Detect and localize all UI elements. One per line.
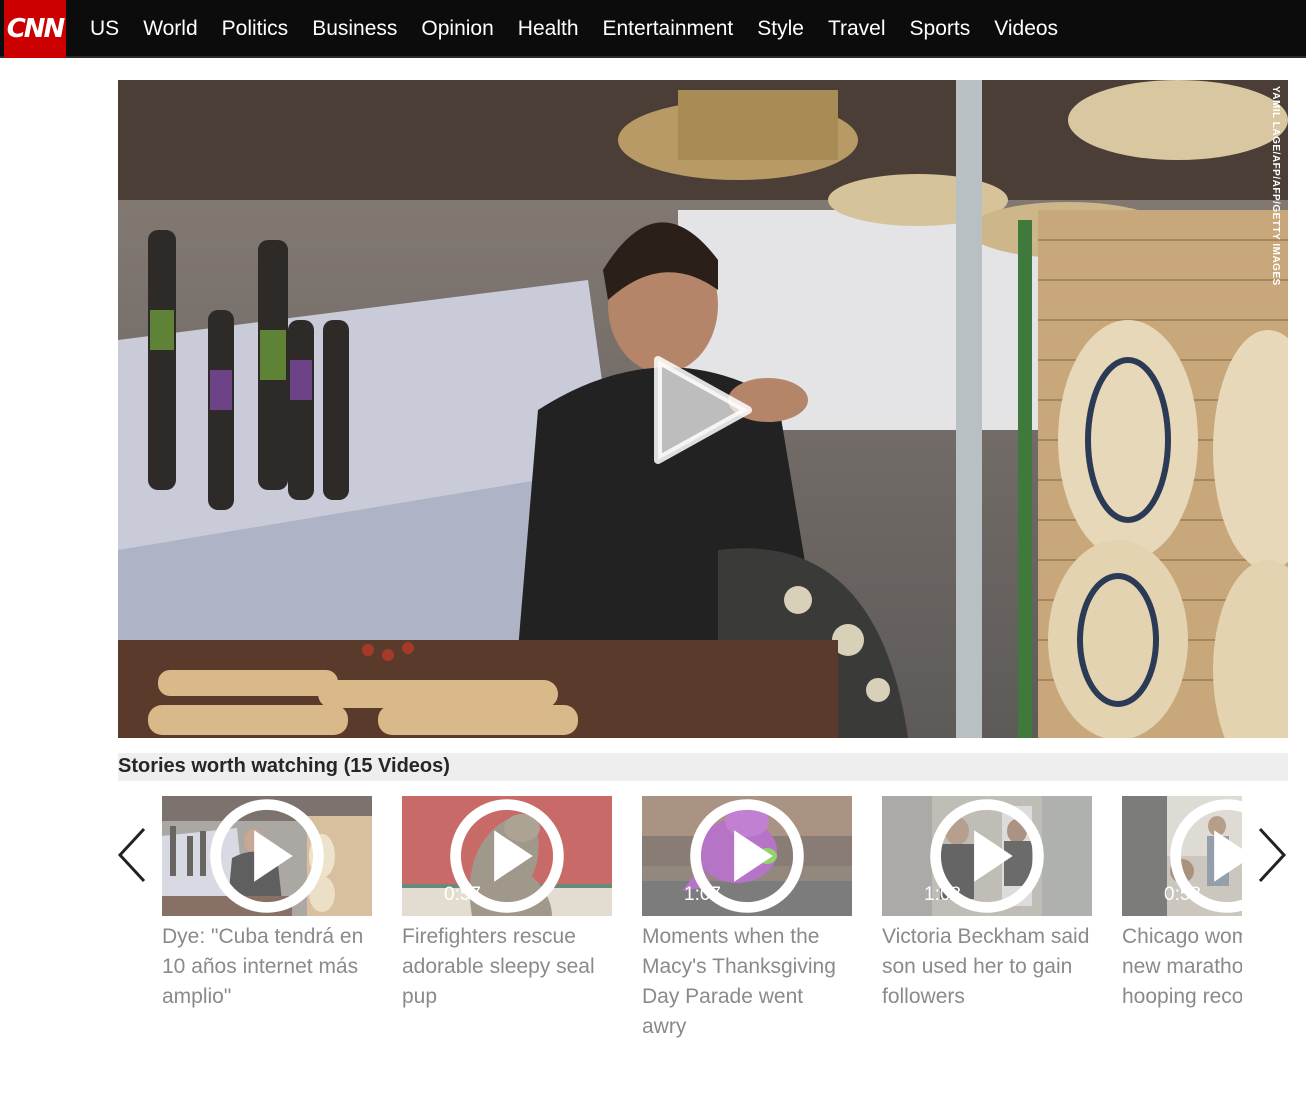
video-title[interactable]: Chicago woman sets new marathon hula hoo… (1122, 922, 1242, 1012)
video-title[interactable]: Firefighters rescue adorable sleepy seal… (402, 922, 612, 1012)
video-duration: 1:08 (924, 884, 961, 905)
play-circle-icon (690, 799, 804, 913)
video-duration: 1:07 (684, 884, 721, 905)
play-circle-icon (210, 799, 324, 913)
video-duration: 0:57 (444, 884, 481, 905)
logo-text: CNN (6, 14, 66, 44)
chevron-right-icon[interactable] (1254, 825, 1290, 885)
video-title[interactable]: Dye: "Cuba tendrá en 10 años internet má… (162, 922, 372, 1012)
cnn-logo[interactable]: CNN (4, 0, 66, 58)
nav-item-world[interactable]: World (131, 0, 209, 58)
video-carousel: Dye: "Cuba tendrá en 10 años internet má… (162, 796, 1242, 1056)
video-title[interactable]: Victoria Beckham said son used her to ga… (882, 922, 1092, 1012)
hero-video-player[interactable]: YAMIL LAGE/AFP/AFP/GETTY IMAGES (118, 80, 1288, 738)
top-navigation-bar: CNN US World Politics Business Opinion H… (0, 0, 1306, 58)
video-card[interactable]: 0:57 Firefighters rescue adorable sleepy… (402, 796, 612, 1012)
video-duration: 0:58 (1164, 884, 1201, 905)
video-thumbnail[interactable] (162, 796, 372, 916)
video-thumbnail[interactable]: 0:58 (1122, 796, 1242, 916)
play-circle-icon (450, 799, 564, 913)
nav-item-sports[interactable]: Sports (898, 0, 983, 58)
video-card[interactable]: 1:08 Victoria Beckham said son used her … (882, 796, 1092, 1012)
chevron-left-icon[interactable] (114, 825, 150, 885)
section-title: Stories worth watching (15 Videos) (118, 755, 450, 777)
nav-item-business[interactable]: Business (300, 0, 409, 58)
video-card[interactable]: 0:58 Chicago woman sets new marathon hul… (1122, 796, 1242, 1012)
video-card[interactable]: 1:07 Moments when the Macy's Thanksgivin… (642, 796, 852, 1042)
play-circle-icon (930, 799, 1044, 913)
nav-item-style[interactable]: Style (745, 0, 816, 58)
nav-item-health[interactable]: Health (506, 0, 591, 58)
section-header: Stories worth watching (15 Videos) (118, 753, 1288, 781)
video-title[interactable]: Moments when the Macy's Thanksgiving Day… (642, 922, 852, 1042)
nav-item-opinion[interactable]: Opinion (409, 0, 505, 58)
nav-item-us[interactable]: US (78, 0, 131, 58)
nav-item-travel[interactable]: Travel (816, 0, 898, 58)
video-thumbnail[interactable]: 1:08 (882, 796, 1092, 916)
video-thumbnail[interactable]: 0:57 (402, 796, 612, 916)
photo-credit: YAMIL LAGE/AFP/AFP/GETTY IMAGES (1270, 86, 1281, 286)
video-card[interactable]: Dye: "Cuba tendrá en 10 años internet má… (162, 796, 372, 1012)
video-thumbnail[interactable]: 1:07 (642, 796, 852, 916)
nav-item-entertainment[interactable]: Entertainment (591, 0, 746, 58)
nav-item-videos[interactable]: Videos (982, 0, 1070, 58)
play-icon[interactable] (648, 350, 758, 470)
nav-menu: US World Politics Business Opinion Healt… (78, 0, 1070, 58)
nav-item-politics[interactable]: Politics (210, 0, 301, 58)
